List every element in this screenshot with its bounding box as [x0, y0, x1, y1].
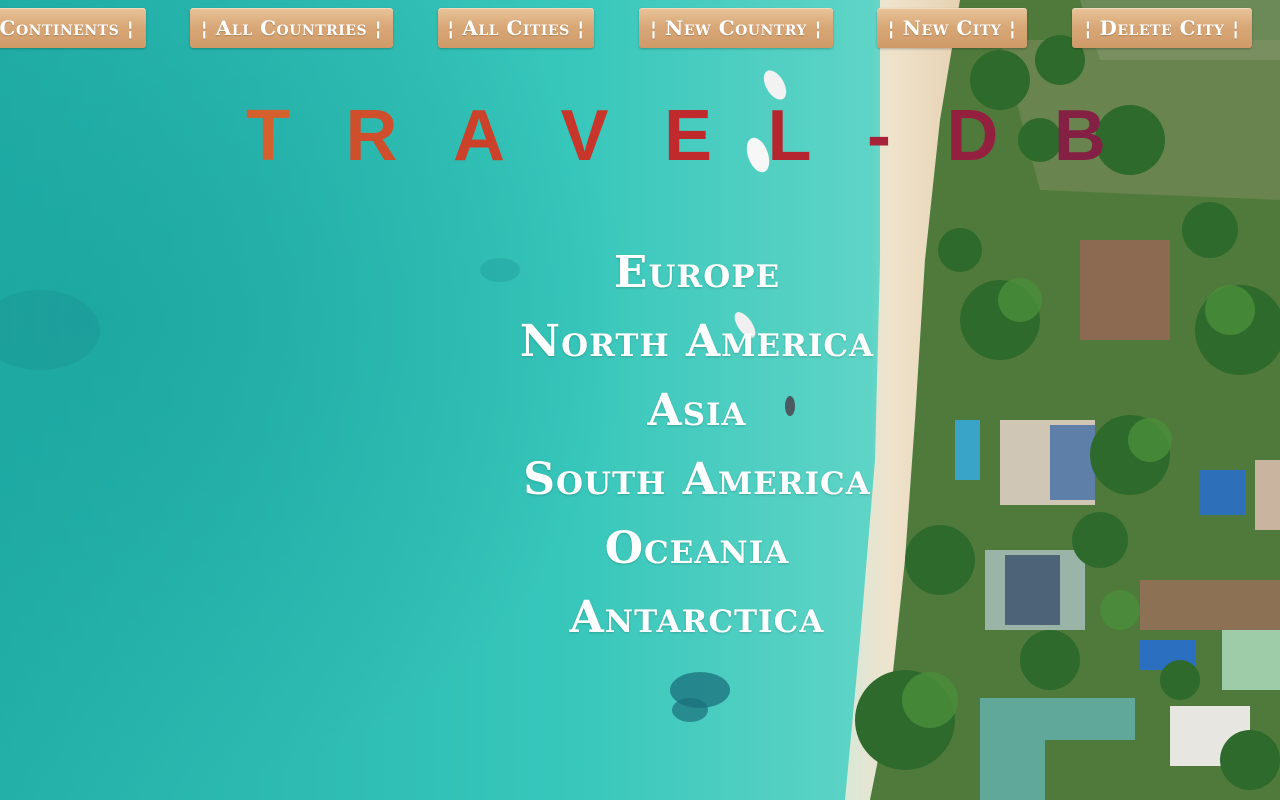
new-country-button[interactable]: ¦ New Country ¦	[639, 8, 833, 48]
title-letter: -	[866, 96, 891, 176]
continent-link-oceania[interactable]: Oceania	[440, 514, 954, 583]
continent-link-antarctica[interactable]: Antarctica	[440, 583, 954, 652]
page-title: T R A V E L - D B	[246, 96, 1106, 176]
title-letter: A	[452, 96, 505, 176]
delete-city-button[interactable]: ¦ Delete City ¦	[1072, 8, 1252, 48]
continent-link-asia[interactable]: Asia	[440, 376, 954, 445]
continents-button[interactable]: Continents ¦	[0, 8, 146, 48]
title-letter: L	[767, 96, 812, 176]
continent-link-south-america[interactable]: South America	[440, 445, 954, 514]
title-letter: B	[1053, 96, 1106, 176]
title-letter: E	[663, 96, 712, 176]
continent-link-europe[interactable]: Europe	[440, 238, 954, 307]
continent-link-north-america[interactable]: North America	[440, 307, 954, 376]
all-countries-button[interactable]: ¦ All Countries ¦	[190, 8, 393, 48]
all-cities-button[interactable]: ¦ All Cities ¦	[438, 8, 594, 48]
title-letter: T	[246, 96, 290, 176]
title-letter: R	[345, 96, 398, 176]
continent-list: Europe North America Asia South America …	[440, 238, 954, 652]
title-letter: V	[560, 96, 609, 176]
title-letter: D	[946, 96, 999, 176]
new-city-button[interactable]: ¦ New City ¦	[877, 8, 1027, 48]
